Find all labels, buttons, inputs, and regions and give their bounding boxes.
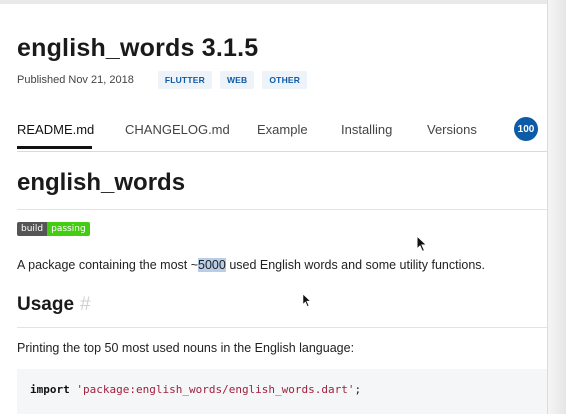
tab-readme[interactable]: README.md [17, 122, 94, 137]
tag-flutter[interactable]: FLUTTER [157, 71, 212, 89]
tab-versions[interactable]: Versions [427, 122, 477, 137]
description-end: used English words and some utility func… [225, 258, 486, 272]
mouse-pointer-icon [302, 293, 312, 308]
readme-title-divider [17, 209, 547, 210]
code-keyword: import [30, 383, 70, 396]
build-badge-status: passing [47, 222, 90, 236]
package-title: english_words 3.1.5 [17, 34, 259, 62]
tab-installing[interactable]: Installing [341, 122, 392, 137]
score-badge[interactable]: 100 [514, 117, 538, 141]
code-block: import 'package:english_words/english_wo… [17, 369, 547, 414]
build-status-badge[interactable]: build passing [17, 222, 90, 236]
active-tab-indicator [17, 146, 92, 149]
usage-heading-text: Usage [17, 294, 75, 315]
usage-heading: Usage # [17, 294, 91, 316]
build-badge-label: build [17, 222, 48, 236]
tag-web[interactable]: WEB [219, 71, 255, 89]
usage-description: Printing the top 50 most used nouns in t… [17, 341, 355, 355]
readme-title: english_words [17, 169, 186, 196]
window-top-edge [0, 0, 566, 4]
usage-anchor-link[interactable]: # [80, 294, 91, 315]
tag-other[interactable]: OTHER [262, 71, 308, 89]
tab-bar: README.md CHANGELOG.md Example Installin… [17, 115, 547, 152]
code-line: import 'package:english_words/english_wo… [30, 383, 361, 396]
mouse-pointer-icon [416, 235, 428, 253]
tab-example[interactable]: Example [257, 122, 308, 137]
package-description: A package containing the most ~5000 used… [17, 258, 485, 272]
package-meta: Published Nov 21, 2018 FLUTTER WEB OTHER [17, 71, 308, 89]
description-start: A package containing the most ~ [17, 258, 199, 272]
code-string: 'package:english_words/english_words.dar… [76, 383, 355, 396]
scrollbar[interactable] [547, 0, 566, 414]
published-date: Published Nov 21, 2018 [17, 74, 134, 86]
usage-divider [17, 327, 547, 328]
code-semicolon: ; [354, 383, 362, 396]
selected-text: 5000 [198, 258, 226, 272]
tab-changelog[interactable]: CHANGELOG.md [125, 122, 230, 137]
